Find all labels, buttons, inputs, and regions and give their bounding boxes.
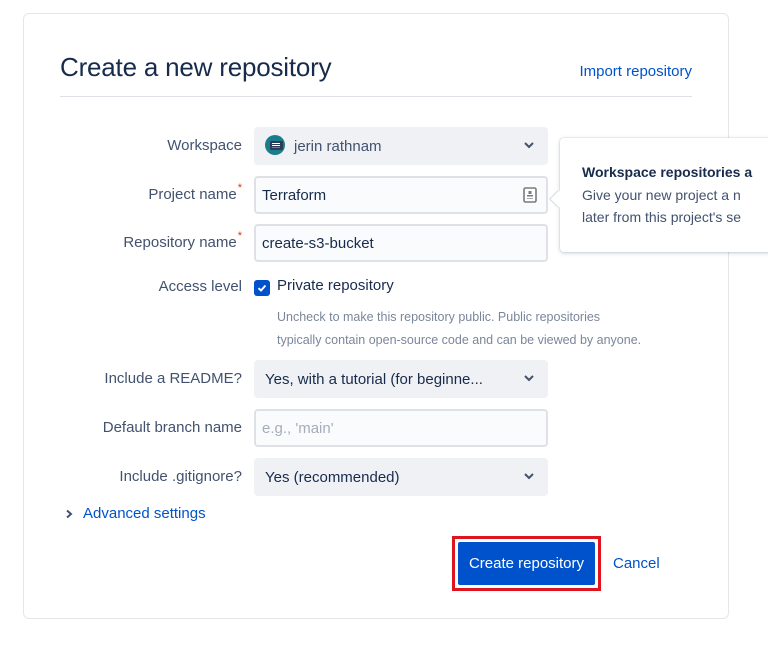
- repository-name-value: create-s3-bucket: [262, 234, 374, 252]
- tooltip-body: Give your new project a n later from thi…: [582, 184, 741, 228]
- project-name-input[interactable]: Terraform: [254, 176, 548, 214]
- workspace-avatar-icon: [265, 135, 285, 155]
- chevron-down-icon: [524, 473, 534, 480]
- chevron-down-icon: [524, 142, 534, 149]
- tooltip-line-1: Give your new project a n: [582, 187, 741, 203]
- header-divider: [60, 96, 692, 97]
- page-title: Create a new repository: [60, 52, 332, 82]
- project-name-label: Project name*: [148, 182, 242, 203]
- help-line-2: typically contain open-source code and c…: [277, 333, 642, 347]
- readme-select[interactable]: Yes, with a tutorial (for beginne...: [254, 360, 548, 398]
- chevron-right-icon: [66, 509, 73, 518]
- workspace-label: Workspace: [167, 137, 242, 154]
- repository-name-label: Repository name*: [123, 230, 242, 251]
- tooltip-title: Workspace repositories a: [582, 164, 753, 180]
- default-branch-label: Default branch name: [102, 419, 242, 436]
- advanced-settings-toggle[interactable]: Advanced settings: [64, 505, 206, 522]
- readme-label: Include a README?: [104, 370, 242, 387]
- advanced-settings-label: Advanced settings: [83, 505, 206, 522]
- gitignore-row: Include .gitignore? Yes (recommended): [0, 458, 768, 496]
- private-repository-checkbox[interactable]: [254, 280, 270, 296]
- access-level-label: Access level: [158, 278, 242, 295]
- project-name-value: Terraform: [262, 186, 327, 204]
- create-repository-button[interactable]: Create repository: [458, 542, 595, 585]
- workspace-value: jerin rathnam: [294, 137, 382, 155]
- default-branch-row: Default branch name e.g., 'main': [0, 409, 768, 447]
- help-line-1: Uncheck to make this repository public. …: [277, 310, 601, 324]
- readme-value: Yes, with a tutorial (for beginne...: [265, 370, 483, 388]
- import-repository-link[interactable]: Import repository: [579, 63, 692, 80]
- required-mark: *: [237, 182, 242, 194]
- chevron-down-icon: [524, 375, 534, 382]
- required-mark: *: [237, 230, 242, 242]
- contact-card-icon: [523, 187, 537, 203]
- gitignore-value: Yes (recommended): [265, 468, 400, 486]
- gitignore-select[interactable]: Yes (recommended): [254, 458, 548, 496]
- default-branch-placeholder: e.g., 'main': [262, 419, 334, 437]
- private-repository-label[interactable]: Private repository: [277, 277, 394, 294]
- readme-row: Include a README? Yes, with a tutorial (…: [0, 360, 768, 398]
- cancel-button[interactable]: Cancel: [613, 555, 660, 572]
- repository-name-input[interactable]: create-s3-bucket: [254, 224, 548, 262]
- gitignore-label: Include .gitignore?: [119, 468, 242, 485]
- access-level-help: Uncheck to make this repository public. …: [277, 306, 707, 352]
- tooltip-line-2: later from this project's se: [582, 209, 742, 225]
- workspace-select[interactable]: jerin rathnam: [254, 127, 548, 165]
- checkmark-icon: [257, 284, 267, 292]
- workspace-tooltip: Workspace repositories a Give your new p…: [560, 138, 768, 252]
- default-branch-input[interactable]: e.g., 'main': [254, 409, 548, 447]
